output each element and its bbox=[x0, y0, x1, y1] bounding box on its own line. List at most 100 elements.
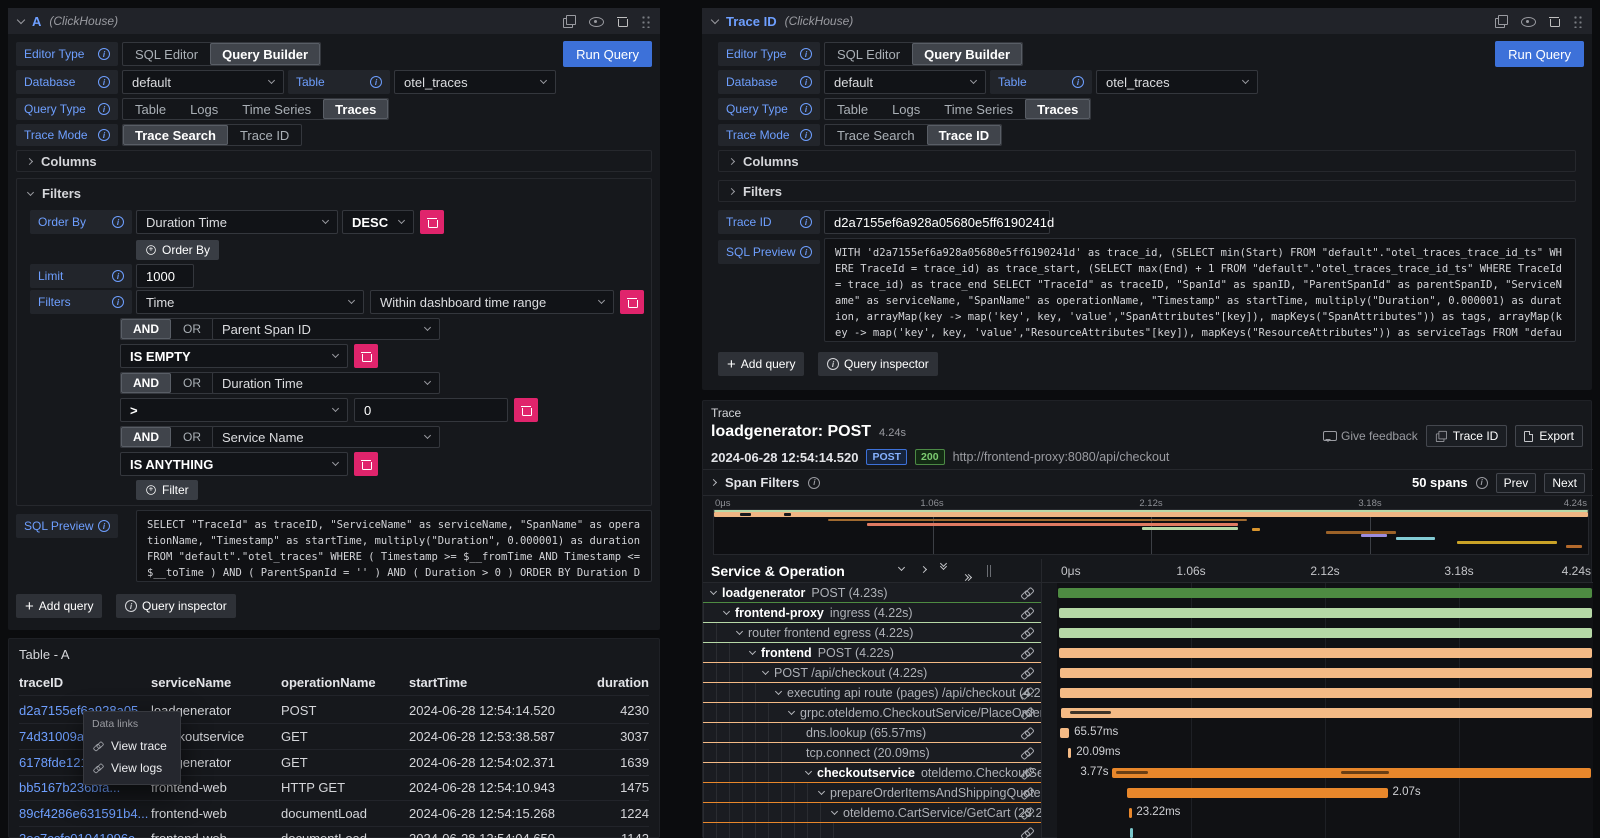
filter-value-select[interactable]: Within dashboard time range bbox=[370, 290, 614, 314]
info-icon[interactable] bbox=[370, 76, 382, 88]
col-traceid[interactable]: traceID bbox=[19, 675, 63, 690]
span-collapse-icon[interactable] bbox=[710, 587, 717, 594]
info-icon[interactable] bbox=[800, 76, 812, 88]
order-by-direction-select[interactable]: DESC bbox=[342, 210, 414, 234]
span-row[interactable]: executing api route (pages) /api/checkou… bbox=[703, 683, 1593, 703]
remove-filter-button[interactable] bbox=[620, 290, 644, 314]
info-icon[interactable] bbox=[112, 296, 124, 308]
span-bar[interactable] bbox=[1129, 808, 1132, 818]
tab-logs[interactable]: Logs bbox=[178, 99, 230, 119]
span-row[interactable]: frontendPOST (4.22s) bbox=[703, 643, 1593, 663]
span-bar[interactable] bbox=[1059, 608, 1592, 618]
span-collapse-icon[interactable] bbox=[831, 807, 838, 814]
info-icon[interactable] bbox=[800, 103, 812, 115]
span-bar[interactable] bbox=[1061, 708, 1592, 718]
collapse-query-icon[interactable] bbox=[17, 15, 25, 23]
tab-logs[interactable]: Logs bbox=[880, 99, 932, 119]
view-logs-link[interactable]: View logs bbox=[92, 757, 172, 779]
span-collapse-icon[interactable] bbox=[749, 647, 756, 654]
span-bar[interactable] bbox=[1127, 788, 1388, 798]
span-row[interactable]: frontend-proxyingress (4.22s) bbox=[703, 603, 1593, 623]
export-button[interactable]: Export bbox=[1515, 425, 1583, 447]
next-button[interactable]: Next bbox=[1544, 473, 1585, 493]
span-row[interactable]: router frontend egress (4.22s) bbox=[703, 623, 1593, 643]
tab-table[interactable]: Table bbox=[825, 99, 880, 119]
span-collapse-icon[interactable] bbox=[775, 687, 782, 694]
order-by-field-select[interactable]: Duration Time bbox=[136, 210, 338, 234]
or-option[interactable]: OR bbox=[171, 373, 213, 393]
give-feedback-link[interactable]: Give feedback bbox=[1323, 429, 1418, 443]
expand-span-filters-icon[interactable] bbox=[710, 479, 717, 486]
col-duration[interactable]: duration bbox=[597, 675, 649, 690]
span-link-icon[interactable] bbox=[1021, 747, 1034, 759]
span-bar[interactable] bbox=[1060, 688, 1592, 698]
tab-query-builder[interactable]: Query Builder bbox=[210, 43, 320, 65]
span-link-icon[interactable] bbox=[1021, 807, 1034, 819]
tab-trace-search[interactable]: Trace Search bbox=[123, 125, 228, 145]
span-collapse-icon[interactable] bbox=[736, 627, 743, 634]
trace-minimap[interactable] bbox=[713, 509, 1589, 555]
condition1-operator-select[interactable]: IS EMPTY bbox=[120, 344, 348, 368]
table-select[interactable]: otel_traces bbox=[394, 70, 556, 94]
duplicate-query-icon[interactable] bbox=[563, 15, 575, 27]
toggle-visibility-icon[interactable] bbox=[1521, 15, 1535, 27]
info-icon[interactable] bbox=[98, 76, 110, 88]
span-row[interactable]: checkoutserviceoteldemo.CheckoutService/… bbox=[703, 763, 1593, 783]
duplicate-query-icon[interactable] bbox=[1495, 15, 1507, 27]
info-icon[interactable] bbox=[112, 216, 124, 228]
span-row[interactable]: loadgeneratorPOST (4.23s) bbox=[703, 583, 1593, 603]
span-link-icon[interactable] bbox=[1021, 667, 1034, 679]
span-link-icon[interactable] bbox=[1021, 627, 1034, 639]
info-icon[interactable] bbox=[98, 48, 110, 60]
info-icon[interactable] bbox=[800, 216, 812, 228]
expand-one-icon[interactable] bbox=[920, 566, 927, 573]
tab-sql-editor[interactable]: SQL Editor bbox=[825, 43, 912, 65]
tab-sql-editor[interactable]: SQL Editor bbox=[123, 43, 210, 65]
filters-collapsible[interactable]: Filters bbox=[28, 186, 81, 201]
column-resize-handle[interactable] bbox=[987, 565, 991, 577]
filters-collapsible[interactable]: Filters bbox=[718, 180, 1576, 202]
remove-condition2-button[interactable] bbox=[514, 398, 538, 422]
toggle-visibility-icon[interactable] bbox=[589, 15, 603, 27]
col-operationname[interactable]: operationName bbox=[281, 675, 376, 690]
trace-id-button[interactable]: Trace ID bbox=[1426, 425, 1508, 447]
info-icon[interactable] bbox=[98, 103, 110, 115]
query-inspector-button[interactable]: Query inspector bbox=[116, 594, 236, 618]
info-icon[interactable] bbox=[800, 48, 812, 60]
database-select[interactable]: default bbox=[122, 70, 284, 94]
tab-traces[interactable]: Traces bbox=[1025, 99, 1090, 119]
condition3-field-select[interactable]: Service Name bbox=[212, 426, 440, 448]
and-option[interactable]: AND bbox=[121, 373, 171, 393]
remove-condition1-button[interactable] bbox=[354, 344, 378, 368]
condition2-field-select[interactable]: Duration Time bbox=[212, 372, 440, 394]
span-row[interactable]: prepareOrderItemsAndShippingQuoteFromCar… bbox=[703, 783, 1593, 803]
or-option[interactable]: OR bbox=[171, 319, 213, 339]
tab-trace-id[interactable]: Trace ID bbox=[228, 125, 301, 145]
collapse-one-icon[interactable] bbox=[898, 564, 905, 571]
or-option[interactable]: OR bbox=[171, 427, 213, 447]
span-collapse-icon[interactable] bbox=[788, 707, 795, 714]
span-collapse-icon[interactable] bbox=[762, 667, 769, 674]
tab-trace-search[interactable]: Trace Search bbox=[825, 125, 927, 145]
delete-query-icon[interactable] bbox=[617, 16, 627, 27]
span-collapse-icon[interactable] bbox=[723, 607, 730, 614]
drag-handle-icon[interactable] bbox=[1573, 15, 1582, 28]
and-option[interactable]: AND bbox=[121, 319, 171, 339]
view-trace-link[interactable]: View trace bbox=[92, 735, 172, 757]
span-bar[interactable] bbox=[1059, 648, 1592, 658]
condition3-operator-select[interactable]: IS ANYTHING bbox=[120, 452, 348, 476]
tab-trace-id[interactable]: Trace ID bbox=[927, 125, 1002, 145]
table-select[interactable]: otel_traces bbox=[1096, 70, 1258, 94]
span-bar[interactable] bbox=[1130, 828, 1133, 838]
info-icon[interactable] bbox=[800, 129, 812, 141]
col-starttime[interactable]: startTime bbox=[409, 675, 467, 690]
columns-collapsible[interactable]: Columns bbox=[718, 150, 1576, 172]
trace-id-input[interactable]: d2a7155ef6a928a05680e5ff6190241d bbox=[824, 210, 1050, 234]
span-bar[interactable] bbox=[1068, 748, 1071, 758]
info-icon[interactable] bbox=[98, 520, 110, 532]
collapse-query-icon[interactable] bbox=[711, 15, 719, 23]
trace-link[interactable]: 89cf4286e631591b4... bbox=[19, 806, 148, 821]
filter-field-select[interactable]: Time bbox=[136, 290, 364, 314]
condition2-value-input[interactable]: 0 bbox=[354, 398, 508, 422]
span-bar[interactable] bbox=[1059, 628, 1592, 638]
